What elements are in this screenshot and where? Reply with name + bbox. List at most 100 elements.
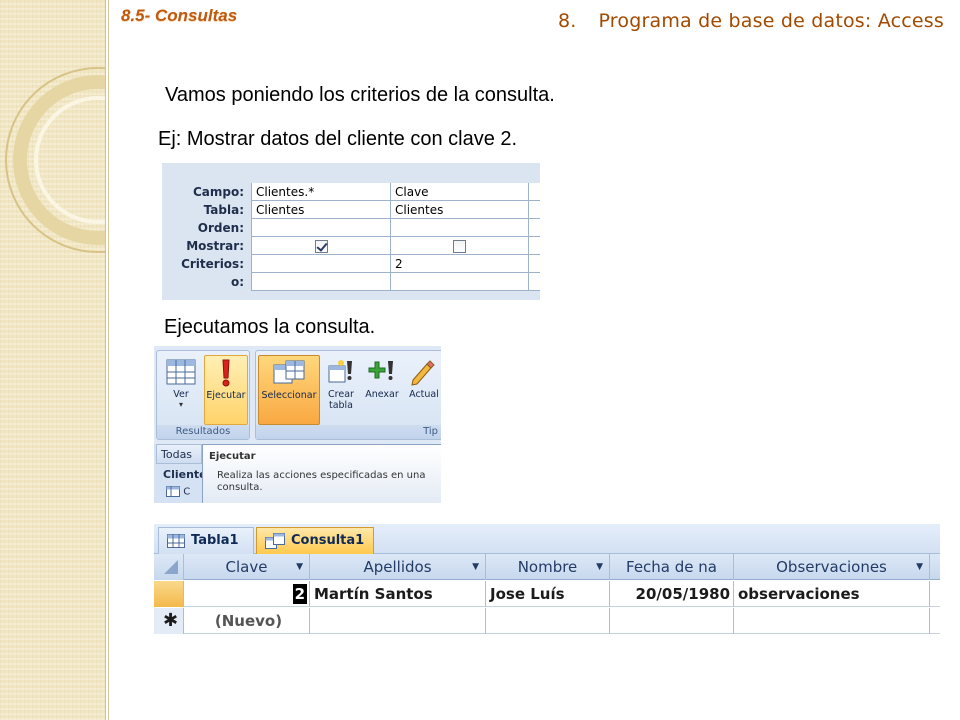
select-query-icon [259, 356, 319, 390]
new-record-row: ✱ (Nuevo) [154, 608, 940, 634]
mostrar-checkbox-unchecked[interactable] [453, 240, 466, 253]
seleccionar-button[interactable]: Seleccionar [258, 355, 320, 425]
actualizar-label: Actual [409, 389, 439, 400]
crear-label: Crear [328, 389, 354, 400]
table-icon [167, 533, 185, 548]
row-label-criterios: Criterios: [181, 257, 244, 271]
ejecutar-tooltip: Ejecutar Realiza las acciones especifica… [202, 444, 441, 503]
empty-cell[interactable] [529, 219, 540, 237]
row-label-campo: Campo: [192, 185, 244, 199]
query-design-grid: Campo: Tabla: Orden: Mostrar: Criterios:… [162, 163, 540, 300]
update-pencil-icon [404, 355, 441, 389]
dropdown-arrow-icon: ▼ [916, 562, 923, 572]
cell-nombre[interactable]: Jose Luís [486, 581, 610, 607]
cell-nombre-new[interactable] [486, 608, 610, 634]
mostrar-cell [391, 237, 528, 255]
dropdown-arrow-icon: ▼ [296, 562, 303, 572]
ver-button[interactable]: Ver ▾ [159, 355, 203, 425]
column-header-apellidos[interactable]: Apellidos ▼ [310, 554, 486, 580]
query-column-2: Clave Clientes 2 [390, 183, 528, 291]
make-table-icon [323, 355, 359, 389]
decorative-divider [108, 0, 109, 720]
o-cell[interactable] [391, 273, 528, 291]
row-filler [930, 581, 940, 607]
cell-apellidos-new[interactable] [310, 608, 486, 634]
tooltip-body-2: consulta. [217, 482, 263, 493]
ejecutar-button[interactable]: Ejecutar [204, 355, 248, 425]
column-header-fecha[interactable]: Fecha de na [610, 554, 734, 580]
row-label-mostrar: Mostrar: [186, 239, 244, 253]
actualizar-button[interactable]: Actual [404, 355, 441, 425]
chapter-title-text: Programa de base de datos: Access [598, 10, 944, 32]
tab-consulta1[interactable]: Consulta1 [256, 527, 374, 554]
column-header-observaciones[interactable]: Observaciones ▼ [734, 554, 930, 580]
cell-clave[interactable]: 2 [184, 581, 310, 607]
o-cell[interactable] [252, 273, 390, 291]
cell-observaciones-new[interactable] [734, 608, 930, 634]
tooltip-body-1: Realiza las acciones especificadas en un… [217, 470, 426, 481]
cell-apellidos[interactable]: Martín Santos [310, 581, 486, 607]
crear-tabla-button[interactable]: Crear tabla [323, 355, 359, 425]
row-selector[interactable] [154, 581, 184, 607]
datasheet-header-row: Clave ▼ Apellidos ▼ Nombre ▼ Fecha de na Ob… [154, 554, 940, 580]
tab-tabla1[interactable]: Tabla1 [158, 527, 254, 554]
select-all-corner[interactable] [154, 554, 184, 580]
criterios-cell[interactable]: 2 [391, 255, 528, 273]
seleccionar-label: Seleccionar [261, 390, 317, 401]
append-icon [362, 355, 402, 389]
ribbon-group-tipo: Seleccionar Crear tabla Anexar Actual Ti… [255, 350, 441, 440]
instruction-line-1: Vamos poniendo los criterios de la consu… [165, 84, 555, 106]
tab-consulta1-label: Consulta1 [291, 533, 365, 548]
column-header-clave[interactable]: Clave ▼ [184, 554, 310, 580]
dropdown-arrow-icon: ▼ [596, 562, 603, 572]
column-header-label: Fecha de na [626, 558, 717, 576]
orden-cell[interactable] [391, 219, 528, 237]
empty-cell[interactable] [529, 255, 540, 273]
mostrar-checkbox-checked[interactable] [314, 240, 328, 253]
query-result-datasheet: Tabla1 Consulta1 Clave ▼ Apellidos ▼ Nombr… [154, 524, 940, 640]
dropdown-arrow-icon: ▾ [178, 400, 183, 409]
tabla-cell[interactable]: Clientes [391, 201, 528, 219]
nav-item-clientes[interactable]: Cliente [156, 468, 207, 481]
anexar-button[interactable]: Anexar [362, 355, 402, 425]
cell-fecha[interactable]: 20/05/1980 [610, 581, 734, 607]
empty-cell[interactable] [529, 183, 540, 201]
empty-cell[interactable] [529, 201, 540, 219]
nav-tab-todas[interactable]: Todas [156, 444, 202, 464]
mostrar-cell [252, 237, 390, 255]
empty-cell[interactable] [529, 273, 540, 291]
decorative-side-band [0, 0, 106, 720]
tabla-cell[interactable]: Clientes [252, 201, 390, 219]
ribbon-screenshot: Ver ▾ Ejecutar Resultados Seleccionar Cr… [154, 346, 441, 503]
cell-fecha-new[interactable] [610, 608, 734, 634]
column-header-label: Clave [225, 558, 268, 576]
ejecutar-label: Ejecutar [206, 390, 246, 401]
anexar-label: Anexar [365, 389, 399, 400]
criterios-cell[interactable] [252, 255, 390, 273]
chapter-number: 8. [557, 10, 577, 32]
column-header-label: Apellidos [363, 558, 432, 576]
cell-clave-new[interactable]: (Nuevo) [184, 608, 310, 634]
table-icon [166, 486, 180, 497]
table-row: 2 Martín Santos Jose Luís 20/05/1980 obs… [154, 581, 940, 607]
document-tab-bar: Tabla1 Consulta1 [154, 524, 940, 554]
orden-cell[interactable] [252, 219, 390, 237]
section-label: 8.5- Consultas [121, 6, 238, 25]
chapter-title: 8. Programa de base de datos: Access [558, 10, 944, 32]
row-filler [930, 608, 940, 634]
cell-observaciones[interactable]: observaciones [734, 581, 930, 607]
tooltip-title: Ejecutar [209, 451, 256, 462]
query-column-1: Clientes.* Clientes [251, 183, 390, 291]
datasheet-view-icon [159, 355, 203, 389]
new-record-marker-icon[interactable]: ✱ [154, 608, 184, 634]
navigation-pane: Todas Cliente C [154, 444, 207, 503]
empty-cell[interactable] [529, 237, 540, 255]
instruction-line-2: Ej: Mostrar datos del cliente con clave … [158, 128, 518, 150]
tab-tabla1-label: Tabla1 [191, 533, 239, 548]
instruction-line-3: Ejecutamos la consulta. [164, 316, 376, 338]
nav-row[interactable]: C [166, 486, 190, 498]
column-header-label: Nombre [517, 558, 578, 576]
campo-cell[interactable]: Clientes.* [252, 183, 390, 201]
campo-cell[interactable]: Clave [391, 183, 528, 201]
column-header-nombre[interactable]: Nombre ▼ [486, 554, 610, 580]
